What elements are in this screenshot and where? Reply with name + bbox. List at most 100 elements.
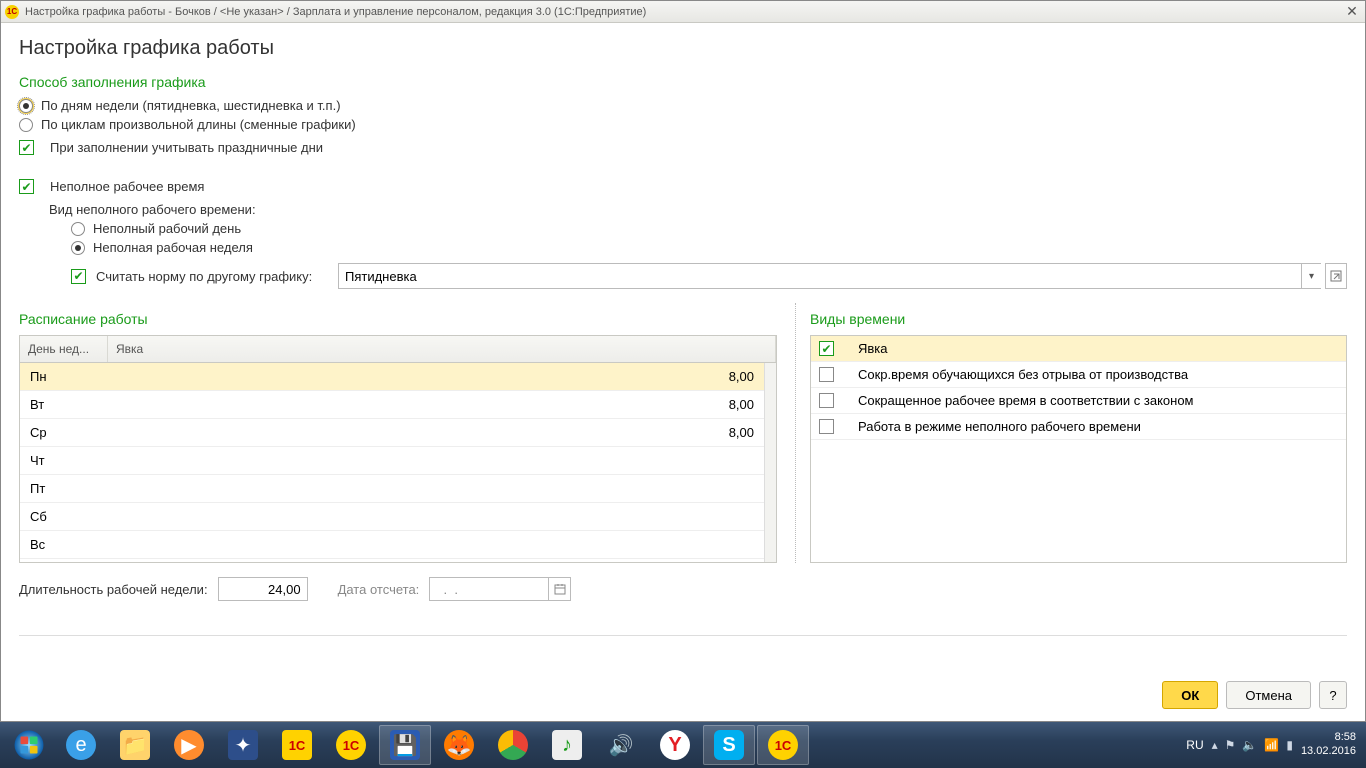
- radio-row-ptweek[interactable]: Неполная рабочая неделя: [19, 240, 1347, 255]
- checkbox-parttime[interactable]: [19, 179, 34, 194]
- table-row[interactable]: Пт: [20, 475, 764, 503]
- radio-bydays[interactable]: [19, 99, 33, 113]
- radio-row-bydays[interactable]: По дням недели (пятидневка, шестидневка …: [19, 98, 1347, 113]
- taskbar-yandex-icon[interactable]: Y: [649, 725, 701, 765]
- schedule-column: Расписание работы День нед... Явка Пн8,0…: [19, 303, 777, 563]
- ok-button[interactable]: ОК: [1162, 681, 1218, 709]
- dropdown-arrow-icon[interactable]: ▾: [1301, 263, 1321, 289]
- radio-ptday-label: Неполный рабочий день: [93, 221, 241, 236]
- cell-day: Пн: [20, 363, 108, 390]
- taskbar-1c8-icon[interactable]: 1C: [325, 725, 377, 765]
- radio-row-ptday[interactable]: Неполный рабочий день: [19, 221, 1347, 236]
- checkbox-othernorm-label: Считать норму по другому графику:: [96, 269, 338, 284]
- cell-value[interactable]: [108, 475, 764, 502]
- radio-bycycle[interactable]: [19, 118, 33, 132]
- table-row[interactable]: Чт: [20, 447, 764, 475]
- scrollbar[interactable]: [764, 363, 776, 562]
- label-weeklen: Длительность рабочей недели:: [19, 582, 208, 597]
- taskbar-skype-icon[interactable]: S: [703, 725, 755, 765]
- checkbox-timetype[interactable]: [819, 393, 834, 408]
- schedule-grid: День нед... Явка Пн8,00Вт8,00Ср8,00ЧтПтС…: [19, 335, 777, 563]
- tray-language[interactable]: RU: [1186, 738, 1203, 752]
- table-row[interactable]: Пн8,00: [20, 363, 764, 391]
- taskbar-chrome-icon[interactable]: [487, 725, 539, 765]
- start-button[interactable]: [4, 725, 54, 765]
- table-row[interactable]: Вс: [20, 531, 764, 559]
- open-reference-icon[interactable]: [1325, 263, 1347, 289]
- weeklen-input[interactable]: [218, 577, 308, 601]
- cell-value[interactable]: [108, 503, 764, 530]
- startdate-input[interactable]: [429, 577, 549, 601]
- timetype-label: Сокращенное рабочее время в соответствии…: [858, 393, 1194, 408]
- checkbox-timetype[interactable]: [819, 341, 834, 356]
- list-item[interactable]: Сокр.время обучающихся без отрыва от про…: [811, 362, 1346, 388]
- cell-value[interactable]: 8,00: [108, 391, 764, 418]
- checkbox-othernorm[interactable]: [71, 269, 86, 284]
- checkbox-holidays[interactable]: [19, 140, 34, 155]
- radio-row-bycycle[interactable]: По циклам произвольной длины (сменные гр…: [19, 117, 1347, 132]
- section-timetypes: Виды времени: [810, 311, 1347, 327]
- timetype-label: Явка: [858, 341, 888, 356]
- checkbox-row-parttime[interactable]: Неполное рабочее время: [19, 179, 1347, 194]
- cell-day: Пт: [20, 475, 108, 502]
- col-header-day[interactable]: День нед...: [20, 336, 108, 362]
- timetypes-grid: Явка Сокр.время обучающихся без отрыва от…: [810, 335, 1347, 563]
- taskbar-explorer-icon[interactable]: 📁: [109, 725, 161, 765]
- taskbar-sound-icon[interactable]: 🔊: [595, 725, 647, 765]
- label-startdate: Дата отсчета:: [338, 582, 420, 597]
- list-item[interactable]: Сокращенное рабочее время в соответствии…: [811, 388, 1346, 414]
- tray-chevron-up-icon[interactable]: ▴: [1212, 738, 1218, 752]
- cell-value[interactable]: [108, 447, 764, 474]
- tray-icons: ▴ ⚑ 🔈 📶 ▮: [1212, 738, 1293, 752]
- cell-value[interactable]: [108, 531, 764, 558]
- system-tray: RU ▴ ⚑ 🔈 📶 ▮ 8:58 13.02.2016: [1186, 731, 1362, 759]
- help-button[interactable]: ?: [1319, 681, 1347, 709]
- list-item[interactable]: Работа в режиме неполного рабочего време…: [811, 414, 1346, 440]
- checkbox-parttime-label: Неполное рабочее время: [50, 179, 204, 194]
- table-row[interactable]: Ср8,00: [20, 419, 764, 447]
- taskbar-save-icon[interactable]: 💾: [379, 725, 431, 765]
- titlebar-text: Настройка графика работы - Бочков / <Не …: [25, 6, 646, 18]
- taskbar-1c-active-icon[interactable]: 1C: [757, 725, 809, 765]
- taskbar-app1-icon[interactable]: ✦: [217, 725, 269, 765]
- checkbox-row-holidays[interactable]: При заполнении учитывать праздничные дни: [19, 140, 1347, 155]
- tray-flag-icon[interactable]: ⚑: [1225, 738, 1236, 752]
- tray-network-icon[interactable]: 📶: [1264, 738, 1279, 752]
- section-schedule: Расписание работы: [19, 311, 777, 327]
- taskbar-1c7-icon[interactable]: 1C: [271, 725, 323, 765]
- checkbox-timetype[interactable]: [819, 419, 834, 434]
- col-header-attendance[interactable]: Явка: [108, 336, 776, 362]
- checkbox-holidays-label: При заполнении учитывать праздничные дни: [50, 140, 323, 155]
- taskbar-firefox-icon[interactable]: 🦊: [433, 725, 485, 765]
- close-icon[interactable]: ✕: [1343, 4, 1361, 20]
- radio-ptday[interactable]: [71, 222, 85, 236]
- taskbar-wmp-icon[interactable]: ▶: [163, 725, 215, 765]
- dropdown-other-schedule: ▾: [338, 263, 1347, 289]
- radio-ptweek[interactable]: [71, 241, 85, 255]
- checkbox-timetype[interactable]: [819, 367, 834, 382]
- tray-speaker-icon[interactable]: 🔈: [1242, 738, 1257, 752]
- section-fill-method: Способ заполнения графика: [19, 74, 1347, 90]
- other-schedule-input[interactable]: [338, 263, 1301, 289]
- tray-date: 13.02.2016: [1301, 745, 1356, 759]
- cell-day: Вт: [20, 391, 108, 418]
- taskbar-music-icon[interactable]: ♪: [541, 725, 593, 765]
- label-ptkind: Вид неполного рабочего времени:: [19, 202, 1347, 217]
- cancel-button[interactable]: Отмена: [1226, 681, 1311, 709]
- tray-battery-icon[interactable]: ▮: [1286, 738, 1293, 752]
- timetype-label: Сокр.время обучающихся без отрыва от про…: [858, 367, 1188, 382]
- cell-value[interactable]: 8,00: [108, 363, 764, 390]
- radio-ptweek-label: Неполная рабочая неделя: [93, 240, 253, 255]
- schedule-grid-body: Пн8,00Вт8,00Ср8,00ЧтПтСбВс: [20, 363, 764, 562]
- calendar-icon[interactable]: [549, 577, 571, 601]
- list-item[interactable]: Явка: [811, 336, 1346, 362]
- table-row[interactable]: Вт8,00: [20, 391, 764, 419]
- radio-bycycle-label: По циклам произвольной длины (сменные гр…: [41, 117, 356, 132]
- cell-value[interactable]: 8,00: [108, 419, 764, 446]
- bottom-fields: Длительность рабочей недели: Дата отсчет…: [19, 577, 1347, 601]
- taskbar-ie-icon[interactable]: e: [55, 725, 107, 765]
- titlebar: 1C Настройка графика работы - Бочков / <…: [1, 1, 1365, 23]
- footer-buttons: ОК Отмена ?: [1162, 681, 1347, 709]
- table-row[interactable]: Сб: [20, 503, 764, 531]
- tray-clock[interactable]: 8:58 13.02.2016: [1301, 731, 1356, 759]
